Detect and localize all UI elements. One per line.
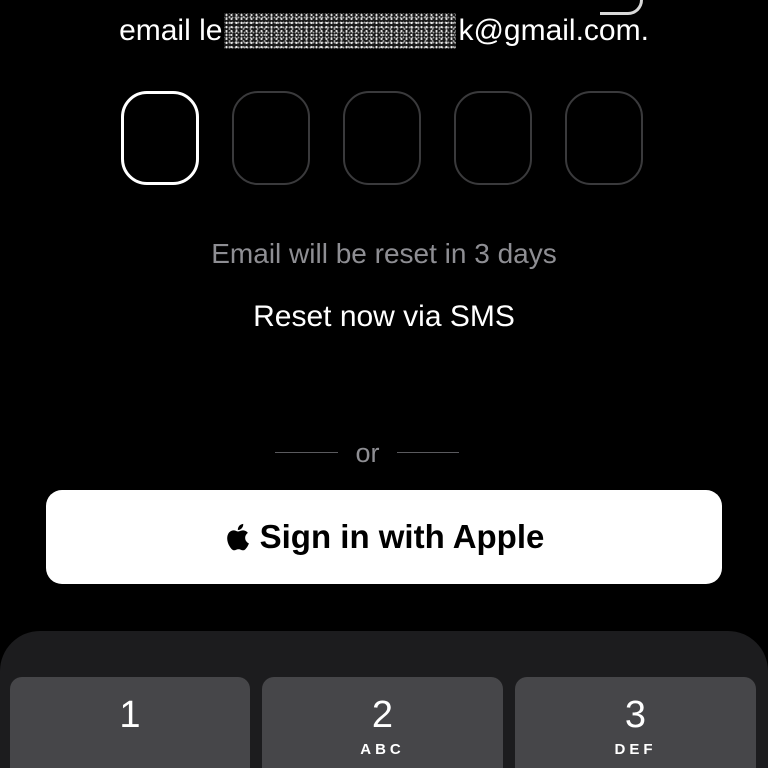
key-digit: 2 — [371, 694, 394, 736]
code-digit-box-4[interactable] — [454, 91, 532, 185]
code-digit-box-1[interactable] — [121, 91, 199, 185]
divider-line-left — [275, 452, 338, 453]
code-digit-box-3[interactable] — [343, 91, 421, 185]
reset-via-sms-link[interactable]: Reset now via SMS — [0, 298, 768, 336]
key-1[interactable]: 1 — [10, 677, 250, 768]
apple-button-label: Sign in with Apple — [259, 518, 545, 555]
email-message: email le k@gmail.com. — [0, 10, 768, 51]
sign-in-with-apple-button[interactable]: Sign in with Apple — [46, 490, 722, 584]
key-3[interactable]: 3 DEF — [515, 677, 756, 768]
code-input-row[interactable] — [121, 91, 647, 187]
or-label: or — [355, 438, 380, 468]
redacted-email-segment — [224, 13, 457, 50]
key-2[interactable]: 2 ABC — [262, 677, 503, 768]
key-letters: ABC — [360, 741, 405, 758]
code-digit-box-5[interactable] — [565, 91, 643, 185]
divider-line-right — [397, 452, 459, 453]
reset-notice: Email will be reset in 3 days — [211, 238, 557, 269]
or-divider: or — [0, 436, 768, 470]
email-prefix: email le — [119, 14, 223, 48]
key-digit: 1 — [119, 694, 141, 736]
login-code-screen: email le k@gmail.com. Email will be reset… — [0, 0, 768, 768]
key-letters: DEF — [614, 741, 657, 758]
apple-logo-icon — [226, 523, 249, 551]
key-digit: 3 — [624, 694, 647, 736]
numeric-keypad: 1 2 ABC 3 DEF — [0, 631, 768, 768]
code-digit-box-2[interactable] — [232, 91, 310, 185]
email-suffix: k@gmail.com. — [458, 14, 649, 48]
